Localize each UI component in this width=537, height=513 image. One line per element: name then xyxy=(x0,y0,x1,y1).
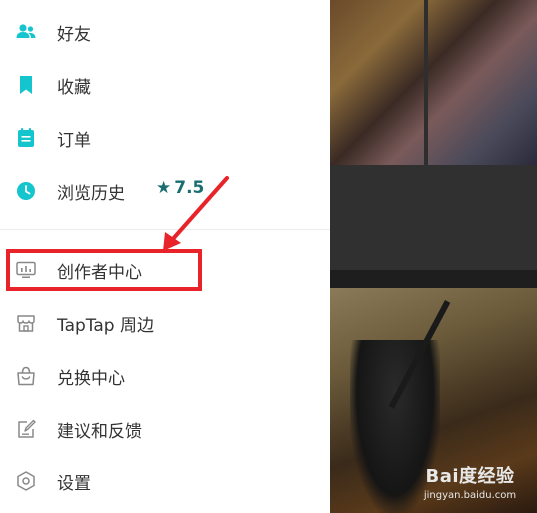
drawer-item-label: 设置 xyxy=(57,473,91,494)
settings-icon xyxy=(15,470,37,492)
game-card-body[interactable] xyxy=(330,165,537,270)
drawer-item-label: 好友 xyxy=(57,24,91,45)
watermark: Bai度经验 jingyan.baidu.com xyxy=(410,462,530,501)
drawer-item-friends[interactable]: 好友 xyxy=(0,8,330,56)
drawer-item-label: 订单 xyxy=(57,130,91,151)
drawer-item-orders[interactable]: 订单 xyxy=(0,114,330,162)
bag-icon xyxy=(15,365,37,387)
dimmed-content[interactable] xyxy=(330,0,537,513)
drawer-item-taptap-merch[interactable]: TapTap 周边 xyxy=(0,299,330,347)
order-icon xyxy=(15,127,37,149)
rating-value: 7.5 xyxy=(174,178,205,198)
screen: 好友 收藏 订单 浏览历史 创作者中心 TapTap 周边 兑换中心 建议和反馈… xyxy=(0,0,537,513)
bookmark-icon xyxy=(15,74,37,96)
drawer-item-label: 建议和反馈 xyxy=(57,421,142,442)
watermark-logo: Bai度经验 xyxy=(425,466,515,487)
friends-icon xyxy=(15,21,37,43)
drawer-item-label: 浏览历史 xyxy=(57,183,125,204)
drawer-item-label: 兑换中心 xyxy=(57,368,125,389)
drawer-item-favorites[interactable]: 收藏 xyxy=(0,61,330,109)
drawer-item-label: TapTap 周边 xyxy=(57,315,154,336)
navigation-drawer: 好友 收藏 订单 浏览历史 创作者中心 TapTap 周边 兑换中心 建议和反馈… xyxy=(0,0,330,513)
drawer-item-redeem-center[interactable]: 兑换中心 xyxy=(0,352,330,400)
store-icon xyxy=(15,312,37,334)
star-icon: ★ xyxy=(156,178,172,198)
edit-icon xyxy=(15,418,37,440)
game-card-image[interactable] xyxy=(330,0,537,165)
watermark-url: jingyan.baidu.com xyxy=(423,490,517,501)
drawer-divider xyxy=(0,229,330,230)
drawer-item-label: 收藏 xyxy=(57,77,91,98)
highlight-box xyxy=(6,249,202,291)
rating-badge: ★ 7.5 xyxy=(156,178,204,198)
drawer-item-settings[interactable]: 设置 xyxy=(0,457,330,505)
image-divider xyxy=(424,0,428,165)
drawer-item-feedback[interactable]: 建议和反馈 xyxy=(0,405,330,453)
clock-icon xyxy=(15,180,37,202)
